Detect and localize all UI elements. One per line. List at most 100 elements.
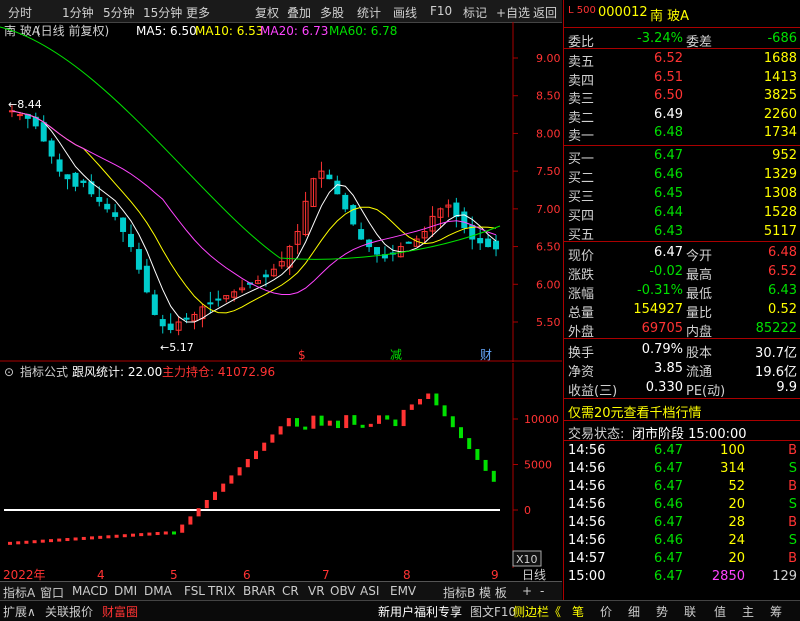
footer-rtab-7[interactable]: 筹 xyxy=(770,603,782,620)
tick-row-5: 14:56 6.46 24 S xyxy=(564,532,800,550)
tab-12[interactable]: EMV xyxy=(390,584,416,598)
tab-9[interactable]: VR xyxy=(308,584,325,598)
tick-row-6: 14:57 6.47 20 B xyxy=(564,550,800,568)
footer-rtab-2[interactable]: 细 xyxy=(628,603,640,620)
tab-4[interactable]: DMA xyxy=(144,584,172,598)
tab-6[interactable]: TRIX xyxy=(208,584,235,598)
kline-chart[interactable]: 南 玻A (日线 前复权) MA5: 6.50 MA10: 6.53 MA20: 6… xyxy=(0,22,562,362)
toolbar-item-13[interactable]: 返回 xyxy=(533,4,557,21)
indicator-sub: 主力持仓: 41072.96 xyxy=(162,364,275,379)
tab-13[interactable]: 指标B xyxy=(443,584,475,601)
x-label-4: 7 xyxy=(322,568,330,581)
x-label-6: 9 xyxy=(491,568,499,581)
footer-side[interactable]: 侧边栏《 xyxy=(513,603,561,620)
panel-fin-0-l1: 换手 xyxy=(568,346,595,361)
panel-buys-4-vol: 5117 xyxy=(763,224,797,239)
panel-header_icon[interactable]: L 500 xyxy=(568,5,596,16)
tab-11[interactable]: ASI xyxy=(360,584,379,598)
panel-quote-2-v1: -0.31% xyxy=(637,283,683,298)
footer-rtab-5[interactable]: 值 xyxy=(714,603,726,620)
footer-rtab-4[interactable]: 联 xyxy=(684,603,696,620)
footer-rtab-3[interactable]: 势 xyxy=(656,603,668,620)
footer-f10[interactable]: 图文F10 xyxy=(470,603,516,620)
tab-14[interactable]: 模 板 xyxy=(479,584,507,601)
sell-row-1: 卖四 6.51 1413 xyxy=(564,69,800,89)
ma-legend-0: MA5: 6.50 xyxy=(136,24,197,38)
tab-2[interactable]: MACD xyxy=(72,584,108,598)
sell-row-3: 卖二 6.49 2260 xyxy=(564,106,800,126)
promo-row: 仅需20元查看千档行情 xyxy=(564,401,800,421)
indicator-chart[interactable]: ⊙ 指标公式 跟风统计: 22.00 主力持仓: 41072.96 10000 5… xyxy=(0,363,562,568)
panel-quote-1-v1: -0.02 xyxy=(649,264,683,279)
panel-ticks-4-v: 28 xyxy=(728,515,745,530)
toolbar-item-2[interactable]: 5分钟 xyxy=(103,4,135,21)
x-label-5: 8 xyxy=(403,568,411,581)
tab-15[interactable]: + xyxy=(522,584,532,598)
panel-fin-1-v2: 19.6亿 xyxy=(755,365,797,380)
toolbar-item-11[interactable]: 标记 xyxy=(463,4,487,21)
tick-row-1: 14:56 6.47 314 S xyxy=(564,460,800,478)
toolbar-item-9[interactable]: 画线 xyxy=(393,4,417,21)
panel-buys-0-price: 6.47 xyxy=(654,148,683,163)
panel-sells-0-label: 卖五 xyxy=(568,55,595,70)
y-tick-main-7: 5.50 xyxy=(536,316,561,329)
footer-rtab-1[interactable]: 价 xyxy=(600,603,612,620)
footer-left-0[interactable]: 扩展∧ xyxy=(3,603,36,620)
footer-rtab-6[interactable]: 主 xyxy=(742,603,754,620)
panel-fin-2-l2: PE(动) xyxy=(686,384,726,399)
toolbar-item-5[interactable]: 复权 xyxy=(255,4,279,21)
footer-promo[interactable]: 新用户福利专享 xyxy=(378,603,462,620)
toolbar-item-12[interactable]: +自选 xyxy=(496,4,530,21)
tab-16[interactable]: - xyxy=(540,584,544,598)
x-label-2: 5 xyxy=(170,568,178,581)
panel-quote-3-v2: 0.52 xyxy=(768,302,797,317)
footer-left-1[interactable]: 关联报价 xyxy=(45,603,93,620)
toolbar-item-1[interactable]: 1分钟 xyxy=(62,4,94,21)
panel-ticks-5-s: S xyxy=(788,533,797,548)
panel-ticks-0-v: 100 xyxy=(720,443,745,458)
tab-7[interactable]: BRAR xyxy=(243,584,276,598)
toolbar-item-7[interactable]: 多股 xyxy=(320,4,344,21)
buy-row-1: 买二 6.46 1329 xyxy=(564,166,800,186)
panel-weicha: -686 xyxy=(767,31,797,46)
tab-5[interactable]: FSL xyxy=(184,584,205,598)
quote-row-0: 现价 6.47 今开 6.48 xyxy=(564,244,800,264)
toolbar-item-3[interactable]: 15分钟 xyxy=(143,4,182,21)
event-markers[interactable]: $ 减 财 xyxy=(298,348,492,362)
x-label-0: 2022年 xyxy=(3,568,46,581)
panel-quote-0-l1: 现价 xyxy=(568,249,595,264)
tab-1[interactable]: 窗口 xyxy=(40,584,64,601)
tick-row-2: 14:56 6.47 52 B xyxy=(564,478,800,496)
indicator-title[interactable]: 指标公式 xyxy=(20,364,68,379)
panel-quote-4-v1: 69705 xyxy=(641,321,683,336)
tab-8[interactable]: CR xyxy=(282,584,299,598)
panel-fin-0-v2: 30.7亿 xyxy=(755,346,797,361)
panel-ticks-0-t: 14:56 xyxy=(568,443,606,458)
panel-ticks-3-p: 6.46 xyxy=(654,497,683,512)
low-label: ←5.17 xyxy=(160,341,194,354)
toolbar-item-6[interactable]: 叠加 xyxy=(287,4,311,21)
high-label: ←8.44 xyxy=(8,98,42,111)
panel-ticks-3-s: S xyxy=(788,497,797,512)
tab-0[interactable]: 指标A xyxy=(3,584,35,601)
toolbar-item-8[interactable]: 统计 xyxy=(357,4,381,21)
indicator-menu-icon[interactable]: ⊙ xyxy=(4,365,14,379)
tab-3[interactable]: DMI xyxy=(114,584,137,598)
quote-row-2: 涨幅 -0.31% 最低 6.43 xyxy=(564,282,800,302)
period-label[interactable]: 日线 xyxy=(522,568,546,582)
kline-svg: 南 玻A (日线 前复权) MA5: 6.50MA10: 6.53MA20: 6… xyxy=(0,22,562,362)
tab-10[interactable]: OBV xyxy=(330,584,356,598)
footer-rtab-0[interactable]: 笔 xyxy=(572,603,584,620)
panel-fin-1-l2: 流通 xyxy=(686,365,713,380)
toolbar-item-0[interactable]: 分时 xyxy=(8,4,32,21)
panel-buys-3-label: 买四 xyxy=(568,209,595,224)
toolbar-item-4[interactable]: 更多 xyxy=(186,4,210,21)
toolbar-item-10[interactable]: F10 xyxy=(430,4,452,18)
panel-promo[interactable]: 仅需20元查看千档行情 xyxy=(568,402,702,421)
panel-ticks-1-t: 14:56 xyxy=(568,461,606,476)
footer-left-2[interactable]: 财富圈 xyxy=(102,603,138,620)
panel-code: 000012 xyxy=(598,5,648,20)
panel-quote-0-l2: 今开 xyxy=(686,249,713,264)
fin-row-1: 净资 3.85 流通 19.6亿 xyxy=(564,360,800,380)
panel-sells-0-vol: 1688 xyxy=(763,51,797,66)
